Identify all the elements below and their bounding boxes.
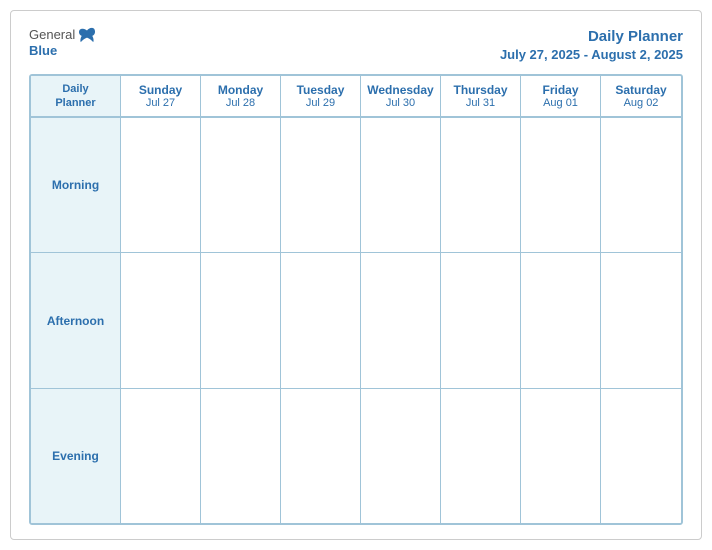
- afternoon-thursday-cell[interactable]: [441, 253, 521, 387]
- afternoon-monday-cell[interactable]: [201, 253, 281, 387]
- title-date: July 27, 2025 - August 2, 2025: [500, 47, 683, 62]
- morning-label-cell: Morning: [31, 118, 121, 252]
- header: General Blue Daily Planner July 27, 2025…: [29, 27, 683, 62]
- title-block: Daily Planner July 27, 2025 - August 2, …: [500, 27, 683, 62]
- afternoon-label: Afternoon: [47, 314, 104, 328]
- afternoon-saturday-cell[interactable]: [601, 253, 681, 387]
- morning-label: Morning: [52, 178, 99, 192]
- afternoon-friday-cell[interactable]: [521, 253, 601, 387]
- header-label-cell: DailyPlanner: [31, 76, 121, 117]
- day-date-thursday: Jul 31: [466, 97, 495, 109]
- logo-blue-text: Blue: [29, 43, 57, 59]
- evening-thursday-cell[interactable]: [441, 389, 521, 523]
- evening-label-cell: Evening: [31, 389, 121, 523]
- page: General Blue Daily Planner July 27, 2025…: [10, 10, 702, 540]
- day-date-sunday: Jul 27: [146, 97, 175, 109]
- day-date-friday: Aug 01: [543, 97, 578, 109]
- header-tuesday: Tuesday Jul 29: [281, 76, 361, 117]
- day-name-tuesday: Tuesday: [297, 83, 345, 97]
- evening-saturday-cell[interactable]: [601, 389, 681, 523]
- morning-friday-cell[interactable]: [521, 118, 601, 252]
- header-friday: Friday Aug 01: [521, 76, 601, 117]
- afternoon-wednesday-cell[interactable]: [361, 253, 441, 387]
- evening-label: Evening: [52, 449, 99, 463]
- logo-general-text: General: [29, 27, 75, 43]
- morning-tuesday-cell[interactable]: [281, 118, 361, 252]
- afternoon-tuesday-cell[interactable]: [281, 253, 361, 387]
- calendar: DailyPlanner Sunday Jul 27 Monday Jul 28…: [29, 74, 683, 526]
- afternoon-row: Afternoon: [31, 253, 681, 388]
- day-date-wednesday: Jul 30: [386, 97, 415, 109]
- morning-wednesday-cell[interactable]: [361, 118, 441, 252]
- evening-friday-cell[interactable]: [521, 389, 601, 523]
- day-name-thursday: Thursday: [453, 83, 507, 97]
- header-wednesday: Wednesday Jul 30: [361, 76, 441, 117]
- day-name-saturday: Saturday: [615, 83, 666, 97]
- afternoon-sunday-cell[interactable]: [121, 253, 201, 387]
- header-saturday: Saturday Aug 02: [601, 76, 681, 117]
- header-daily-planner-label: DailyPlanner: [55, 82, 95, 111]
- header-monday: Monday Jul 28: [201, 76, 281, 117]
- evening-row: Evening: [31, 389, 681, 523]
- day-name-friday: Friday: [542, 83, 578, 97]
- day-date-saturday: Aug 02: [624, 97, 659, 109]
- evening-monday-cell[interactable]: [201, 389, 281, 523]
- header-thursday: Thursday Jul 31: [441, 76, 521, 117]
- logo-bird-icon: [78, 27, 96, 43]
- header-sunday: Sunday Jul 27: [121, 76, 201, 117]
- day-date-tuesday: Jul 29: [306, 97, 335, 109]
- logo: General Blue: [29, 27, 96, 59]
- day-date-monday: Jul 28: [226, 97, 255, 109]
- day-name-sunday: Sunday: [139, 83, 182, 97]
- title-main: Daily Planner: [500, 27, 683, 47]
- day-name-monday: Monday: [218, 83, 263, 97]
- morning-sunday-cell[interactable]: [121, 118, 201, 252]
- evening-sunday-cell[interactable]: [121, 389, 201, 523]
- calendar-header-row: DailyPlanner Sunday Jul 27 Monday Jul 28…: [31, 76, 681, 119]
- evening-tuesday-cell[interactable]: [281, 389, 361, 523]
- afternoon-label-cell: Afternoon: [31, 253, 121, 387]
- calendar-body: Morning Afternoon: [31, 118, 681, 523]
- morning-saturday-cell[interactable]: [601, 118, 681, 252]
- morning-monday-cell[interactable]: [201, 118, 281, 252]
- morning-thursday-cell[interactable]: [441, 118, 521, 252]
- day-name-wednesday: Wednesday: [367, 83, 433, 97]
- evening-wednesday-cell[interactable]: [361, 389, 441, 523]
- morning-row: Morning: [31, 118, 681, 253]
